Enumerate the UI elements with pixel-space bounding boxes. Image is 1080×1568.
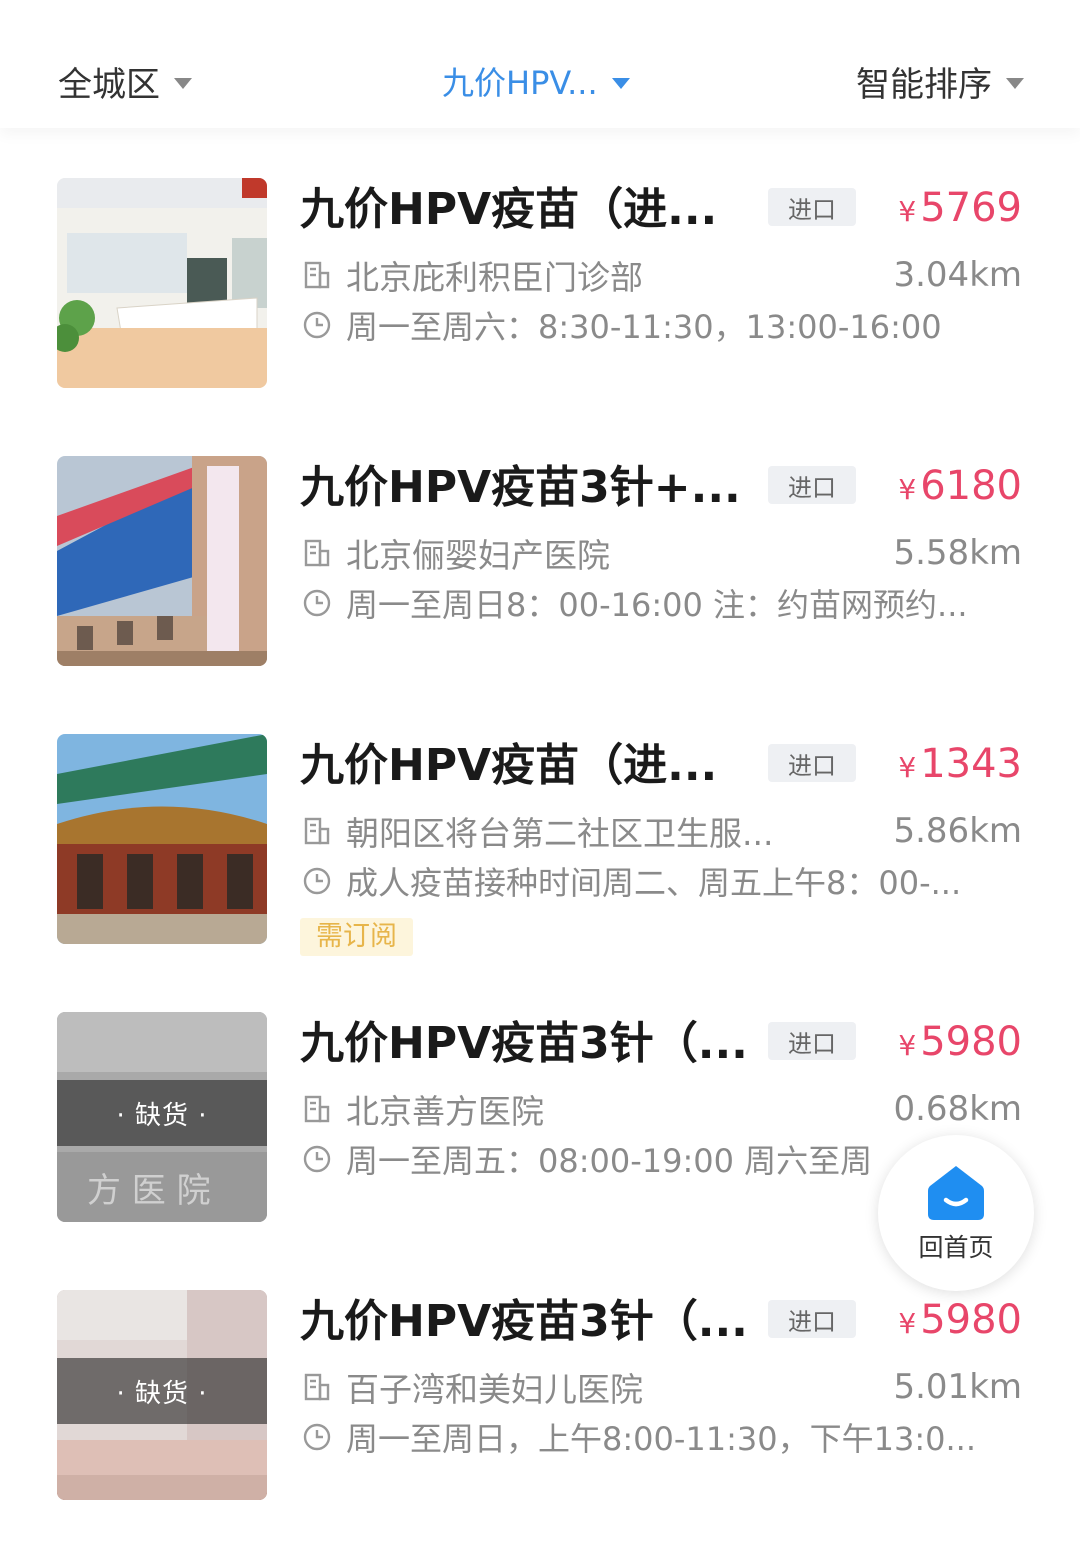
opening-hours: 周一至周六：8:30-11:30，13:00-16:00: [346, 308, 942, 346]
building-icon: [304, 1095, 330, 1123]
building-icon: [304, 261, 330, 289]
vaccine-title: 九价HPV疫苗（进...: [300, 184, 718, 235]
home-button[interactable]: 回首页: [878, 1135, 1034, 1291]
distance: 5.58km: [893, 533, 1022, 573]
price: ¥5769: [898, 180, 1022, 236]
clinic-name: 朝阳区将台第二社区卫生服...: [346, 814, 774, 853]
clock-icon: [303, 1423, 331, 1451]
clinic-photo: · 缺货 ·: [57, 1290, 267, 1500]
clock-icon: [303, 589, 331, 617]
clinic-photo: [57, 734, 267, 944]
clock-icon: [303, 1145, 331, 1173]
price-value: 1343: [920, 741, 1022, 787]
district-filter[interactable]: 全城区: [58, 56, 192, 106]
clinic-name: 北京善方医院: [346, 1092, 544, 1131]
home-icon: [928, 1166, 984, 1220]
price: ¥5980: [898, 1292, 1022, 1348]
list-item[interactable]: · 缺货 · 九价HPV疫苗3针（... 进口 ¥5980 百子湾和美妇儿医院 …: [0, 1290, 1080, 1568]
price-value: 5769: [920, 185, 1022, 231]
district-filter-label: 全城区: [58, 64, 160, 105]
building-icon: [304, 1373, 330, 1401]
price: ¥5980: [898, 1014, 1022, 1070]
price: ¥1343: [898, 736, 1022, 792]
clinic-name: 北京庇利积臣门诊部: [346, 258, 643, 297]
opening-hours: 周一至周日8：00-16:00 注：约苗网预约...: [346, 586, 968, 624]
clock-icon: [303, 311, 331, 339]
distance: 3.04km: [893, 255, 1022, 295]
price-value: 5980: [920, 1019, 1022, 1065]
subscription-required-tag: 需订阅: [300, 918, 413, 956]
clock-icon: [303, 867, 331, 895]
product-filter[interactable]: 九价HPV...: [442, 56, 630, 106]
hours-row: 成人疫苗接种时间周二、周五上午8：00-...: [302, 858, 1022, 904]
price: ¥6180: [898, 458, 1022, 514]
vaccine-title: 九价HPV疫苗3针+...: [300, 462, 741, 513]
currency-symbol: ¥: [898, 1307, 917, 1340]
list-item[interactable]: 九价HPV疫苗（进... 进口 ¥5769 北京庇利积臣门诊部 3.04km 周…: [0, 178, 1080, 456]
building-icon: [304, 817, 330, 845]
currency-symbol: ¥: [898, 473, 917, 506]
price-value: 6180: [920, 463, 1022, 509]
hours-row: 周一至周日8：00-16:00 注：约苗网预约...: [302, 580, 1022, 626]
import-badge: 进口: [768, 466, 856, 504]
list-item[interactable]: 九价HPV疫苗（进... 进口 ¥1343 朝阳区将台第二社区卫生服... 5.…: [0, 734, 1080, 1012]
opening-hours: 周一至周日，上午8:00-11:30，下午13:0...: [346, 1420, 977, 1458]
triangle-down-icon: [174, 77, 192, 89]
filter-bar: 全城区 九价HPV... 智能排序: [0, 0, 1080, 128]
hours-row: 周一至周日，上午8:00-11:30，下午13:0...: [302, 1414, 1022, 1460]
currency-symbol: ¥: [898, 1029, 917, 1062]
out-of-stock-label: · 缺货 ·: [57, 1358, 267, 1424]
currency-symbol: ¥: [898, 751, 917, 784]
vaccine-title: 九价HPV疫苗（进...: [300, 740, 718, 791]
out-of-stock-label: · 缺货 ·: [57, 1080, 267, 1146]
triangle-down-icon: [1006, 77, 1024, 89]
triangle-down-icon: [611, 77, 630, 89]
price-value: 5980: [920, 1297, 1022, 1343]
vaccine-title: 九价HPV疫苗3针（...: [300, 1018, 748, 1069]
sort-filter[interactable]: 智能排序: [856, 56, 1024, 106]
building-icon: [304, 539, 330, 567]
svg-text:方 医 院: 方 医 院: [87, 1171, 211, 1211]
hours-row: 周一至周六：8:30-11:30，13:00-16:00: [302, 302, 1022, 348]
vaccine-list: 九价HPV疫苗（进... 进口 ¥5769 北京庇利积臣门诊部 3.04km 周…: [0, 178, 1080, 1568]
currency-symbol: ¥: [898, 195, 917, 228]
import-badge: 进口: [768, 1022, 856, 1060]
clinic-photo: 方 医 院 · 缺货 ·: [57, 1012, 267, 1222]
distance: 0.68km: [893, 1089, 1022, 1129]
distance: 5.01km: [893, 1367, 1022, 1407]
product-filter-label: 九价HPV...: [442, 64, 598, 102]
list-item[interactable]: 九价HPV疫苗3针+... 进口 ¥6180 北京俪婴妇产医院 5.58km 周…: [0, 456, 1080, 734]
vaccine-title: 九价HPV疫苗3针（...: [300, 1296, 748, 1347]
import-badge: 进口: [768, 1300, 856, 1338]
clinic-photo: [57, 178, 267, 388]
opening-hours: 成人疫苗接种时间周二、周五上午8：00-...: [346, 864, 962, 902]
distance: 5.86km: [893, 811, 1022, 851]
clinic-name: 北京俪婴妇产医院: [346, 536, 610, 575]
home-button-label: 回首页: [918, 1233, 994, 1262]
import-badge: 进口: [768, 188, 856, 226]
import-badge: 进口: [768, 744, 856, 782]
sort-filter-label: 智能排序: [856, 64, 992, 105]
clinic-photo: [57, 456, 267, 666]
clinic-name: 百子湾和美妇儿医院: [346, 1370, 643, 1409]
